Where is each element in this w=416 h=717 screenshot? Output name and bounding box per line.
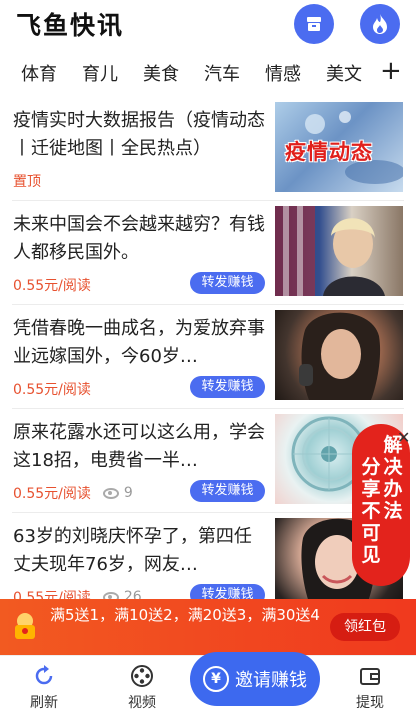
news-title: 原来花露水还可以这么用，学会这18招，电费省一半…	[13, 422, 265, 471]
coin-icon: ¥	[203, 666, 229, 692]
pinned-label: 置顶	[13, 174, 41, 190]
news-meta: 0.55元/阅读	[13, 275, 91, 295]
pinned-tag: 置顶	[13, 171, 41, 191]
news-thumbnail: 疫情动态	[275, 102, 403, 192]
news-title: 凭借春晚一曲成名，为爱放弃事业远嫁国外，今60岁…	[13, 318, 265, 367]
tab-food[interactable]: 美食	[143, 60, 179, 86]
read-price: 0.55元/阅读	[13, 486, 91, 502]
read-price: 0.55元/阅读	[13, 382, 91, 398]
news-thumbnail	[275, 310, 403, 400]
share-earn-button[interactable]: 转发赚钱	[190, 376, 265, 398]
share-earn-button[interactable]: 转发赚钱	[190, 272, 265, 294]
news-title: 疫情实时大数据报告（疫情动态丨迁徙地图丨全民热点）	[13, 110, 265, 159]
film-reel-icon	[131, 665, 153, 687]
nav-video[interactable]: 视频	[112, 664, 172, 712]
nav-withdraw-label: 提现	[356, 695, 384, 711]
storage-box-icon	[307, 17, 321, 31]
news-meta: 0.55元/阅读 9	[13, 483, 133, 503]
hot-button[interactable]	[360, 4, 400, 44]
red-envelope-icon	[15, 613, 35, 639]
eye-icon	[102, 487, 119, 499]
invite-earn-button[interactable]: ¥ 邀请赚钱	[190, 652, 320, 706]
thumbnail-caption: 疫情动态	[285, 140, 373, 164]
view-count-value: 9	[123, 485, 133, 501]
nav-video-label: 视频	[128, 695, 156, 711]
claim-red-packet-button[interactable]: 领红包	[330, 613, 400, 641]
promo-text: 满5送1，满10送2，满20送3，满30送4	[50, 606, 320, 624]
bottom-nav: 刷新 视频 ¥ 邀请赚钱 提现	[0, 652, 416, 717]
tab-parenting[interactable]: 育儿	[82, 60, 118, 86]
share-earn-button[interactable]: 转发赚钱	[190, 480, 265, 502]
badge-text-right: 解决办法	[383, 434, 403, 522]
solution-badge[interactable]: 分享不可见 解决办法	[352, 424, 410, 586]
storage-button[interactable]	[294, 4, 334, 44]
news-thumbnail	[275, 206, 403, 296]
news-meta: 0.55元/阅读	[13, 379, 91, 399]
close-icon[interactable]: ✕	[397, 428, 410, 447]
news-title: 63岁的刘晓庆怀孕了，第四任丈夫现年76岁，网友…	[13, 526, 252, 575]
tab-cars[interactable]: 汽车	[204, 60, 240, 86]
news-item[interactable]: 凭借春晚一曲成名，为爱放弃事业远嫁国外，今60岁… 0.55元/阅读 转发赚钱	[0, 305, 416, 409]
invite-label: 邀请赚钱	[235, 670, 307, 691]
nav-refresh-label: 刷新	[30, 695, 58, 711]
tab-emotion[interactable]: 情感	[265, 60, 301, 86]
news-item[interactable]: 疫情实时大数据报告（疫情动态丨迁徙地图丨全民热点） 置顶 疫情动态	[0, 97, 416, 201]
wallet-icon	[360, 668, 380, 685]
app-header: 飞鱼快讯	[0, 0, 416, 50]
category-tabs: | 体育 育儿 美食 汽车 情感 美文 +	[0, 56, 416, 92]
news-title: 未来中国会不会越来越穷？有钱人都移民国外。	[13, 214, 265, 263]
app-title: 飞鱼快讯	[16, 11, 125, 40]
view-count: 9	[102, 485, 133, 501]
refresh-icon	[35, 665, 53, 685]
nav-withdraw[interactable]: 提现	[340, 664, 400, 712]
tab-sports[interactable]: 体育	[21, 60, 57, 86]
add-tab-button[interactable]: +	[380, 56, 402, 86]
nav-refresh[interactable]: 刷新	[14, 664, 74, 712]
tab-partial[interactable]: |	[0, 60, 4, 81]
badge-text-left: 分享不可见	[361, 456, 381, 566]
fire-icon	[373, 14, 387, 34]
read-price: 0.55元/阅读	[13, 278, 91, 294]
tab-essays[interactable]: 美文	[326, 60, 362, 86]
promo-banner[interactable]: 满5送1，满10送2，满20送3，满30送4 领红包	[0, 599, 416, 655]
news-item[interactable]: 未来中国会不会越来越穷？有钱人都移民国外。 0.55元/阅读 转发赚钱	[0, 201, 416, 305]
